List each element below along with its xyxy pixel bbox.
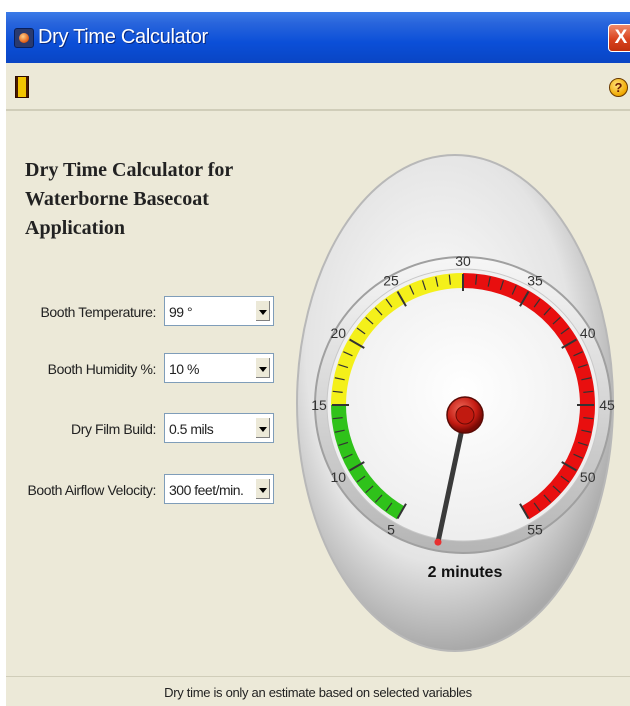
- chevron-down-icon[interactable]: [255, 300, 271, 322]
- gauge-hub-center: [455, 405, 475, 425]
- booth-humidity-row: Booth Humidity %: 10 %: [6, 353, 306, 385]
- gauge-tick-label: 25: [383, 272, 399, 288]
- gauge-tick-label: 20: [331, 325, 347, 341]
- dry-film-build-value: 0.5 mils: [169, 421, 214, 437]
- booth-temperature-select[interactable]: 99 °: [164, 296, 274, 326]
- heading-line-1: Dry Time Calculator for: [25, 159, 234, 181]
- window-title: Dry Time Calculator: [38, 26, 208, 48]
- dry-film-build-select[interactable]: 0.5 mils: [164, 413, 274, 443]
- gauge-tick-label: 50: [580, 469, 596, 485]
- title-bar[interactable]: Dry Time Calculator X: [6, 12, 630, 63]
- status-bar: Dry time is only an estimate based on se…: [6, 676, 630, 706]
- booth-airflow-row: Booth Airflow Velocity: 300 feet/min.: [6, 474, 306, 506]
- gauge-tick-label: 40: [580, 325, 596, 341]
- gauge-tick-label: 55: [527, 522, 543, 538]
- gauge-tick-label: 30: [455, 253, 471, 269]
- exit-icon[interactable]: [15, 76, 29, 98]
- close-button[interactable]: X: [608, 24, 630, 52]
- booth-humidity-select[interactable]: 10 %: [164, 353, 274, 383]
- booth-temperature-label: Booth Temperature:: [40, 304, 156, 320]
- dry-time-calculator-window: Dry Time Calculator X ? Dry Time Calcula…: [6, 12, 630, 706]
- status-text: Dry time is only an estimate based on se…: [164, 685, 472, 700]
- toolbar: ?: [6, 63, 630, 111]
- booth-airflow-select[interactable]: 300 feet/min.: [164, 474, 274, 504]
- app-icon: [14, 28, 34, 48]
- gauge-tick-label: 45: [599, 397, 615, 413]
- gauge-tick-label: 15: [311, 397, 327, 413]
- dry-film-build-row: Dry Film Build: 0.5 mils: [6, 413, 306, 445]
- help-icon[interactable]: ?: [609, 78, 628, 97]
- booth-temperature-row: Booth Temperature: 99 °: [6, 296, 306, 328]
- gauge-tick-label: 5: [387, 522, 395, 538]
- chevron-down-icon[interactable]: [255, 417, 271, 439]
- booth-humidity-label: Booth Humidity %:: [47, 361, 157, 377]
- gauge-needle-tip: [434, 538, 442, 546]
- booth-airflow-value: 300 feet/min.: [169, 482, 244, 498]
- gauge-tick-label: 10: [331, 469, 347, 485]
- chevron-down-icon[interactable]: [255, 478, 271, 500]
- page-heading: Dry Time Calculator for Waterborne Basec…: [25, 156, 305, 243]
- booth-humidity-value: 10 %: [169, 361, 199, 377]
- gauge-readout: 2 minutes: [428, 564, 503, 581]
- chevron-down-icon[interactable]: [255, 357, 271, 379]
- heading-line-2: Waterborne Basecoat Application: [25, 188, 209, 239]
- gauge-tick-label: 35: [527, 272, 543, 288]
- dry-film-build-label: Dry Film Build:: [70, 421, 156, 437]
- booth-airflow-label: Booth Airflow Velocity:: [27, 482, 156, 498]
- booth-temperature-value: 99 °: [169, 304, 193, 320]
- gauge-svg: 5 10 15 20 25 30 35 40 45 50 55 2 minutes: [296, 154, 615, 652]
- dry-time-gauge: 5 10 15 20 25 30 35 40 45 50 55 2 minutes: [289, 145, 619, 675]
